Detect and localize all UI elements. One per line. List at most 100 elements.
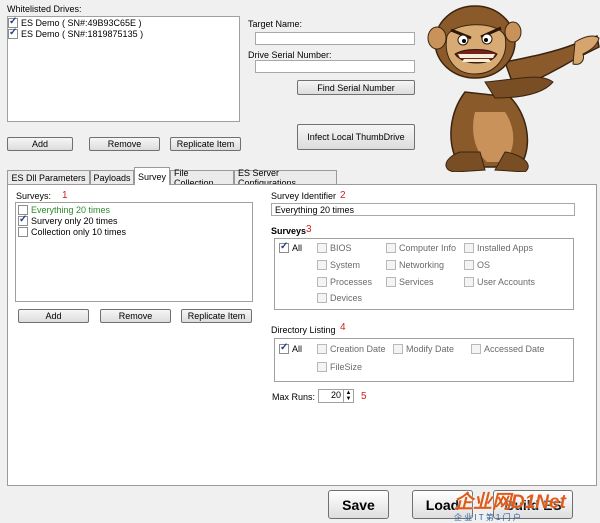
list-item[interactable]: Collection only 10 times <box>18 227 126 237</box>
option-label: Modify Date <box>406 344 455 354</box>
checkbox[interactable] <box>317 362 327 372</box>
checkbox[interactable] <box>464 277 474 287</box>
survey-item-label: Collection only 10 times <box>31 227 127 237</box>
tab-label: ES Dll Parameters <box>11 172 86 183</box>
max-runs-label: Max Runs: <box>272 392 316 402</box>
option-user-accounts[interactable]: User Accounts <box>464 277 535 287</box>
marker-4: 4 <box>340 322 346 333</box>
whitelist-label: Whitelisted Drives: <box>7 4 82 14</box>
checkbox[interactable] <box>279 342 289 354</box>
checkbox[interactable] <box>464 243 474 253</box>
checkbox[interactable] <box>18 227 28 237</box>
marker-5: 5 <box>361 391 367 402</box>
drive-serial-label: Drive Serial Number: <box>248 50 332 60</box>
tab-es-dll-parameters[interactable]: ES Dll Parameters <box>7 170 90 184</box>
checkbox[interactable] <box>471 344 481 354</box>
list-item[interactable]: Everything 20 times <box>18 205 110 215</box>
infect-thumbdrive-button[interactable]: Infect Local ThumbDrive <box>297 124 415 150</box>
option-computer-info[interactable]: Computer Info <box>386 243 456 253</box>
angry-monkey-image <box>427 5 600 172</box>
whitelist-replicate-button[interactable]: Replicate Item <box>170 137 241 151</box>
checkbox[interactable] <box>386 260 396 270</box>
option-modify-date[interactable]: Modify Date <box>393 344 454 354</box>
option-filesize[interactable]: FileSize <box>317 362 362 372</box>
option-label: BIOS <box>330 243 352 253</box>
list-item[interactable]: ES Demo ( SN#:49B93C65E ) <box>8 16 142 28</box>
drive-label: ES Demo ( SN#:1819875135 ) <box>21 29 144 39</box>
all-option[interactable]: All <box>279 342 303 354</box>
survey-identifier-input[interactable] <box>271 203 575 216</box>
survey-item-label: Everything 20 times <box>31 205 111 215</box>
option-networking[interactable]: Networking <box>386 260 444 270</box>
option-bios[interactable]: BIOS <box>317 243 352 253</box>
checkbox[interactable] <box>317 243 327 253</box>
marker-2: 2 <box>340 190 346 201</box>
option-label: Computer Info <box>399 243 457 253</box>
option-label: FileSize <box>330 362 363 372</box>
watermark-logo: 企业网D1Net 企 业 I T 第 1 门 户 <box>454 487 600 522</box>
option-label: Installed Apps <box>477 243 534 253</box>
spin-down-icon[interactable]: ▼ <box>343 396 353 402</box>
tab-label: Payloads <box>93 172 131 183</box>
option-label: All <box>292 344 303 354</box>
option-label: Processes <box>330 277 373 287</box>
target-name-input[interactable] <box>255 32 415 45</box>
max-runs-value: 20 <box>330 390 341 400</box>
checkbox[interactable] <box>386 277 396 287</box>
surveys-options-group: All BIOS Computer Info Installed Apps Sy… <box>274 238 574 310</box>
option-label: Accessed Date <box>484 344 545 354</box>
option-os[interactable]: OS <box>464 260 490 270</box>
checkbox[interactable] <box>317 277 327 287</box>
directory-listing-label: Directory Listing <box>271 325 336 335</box>
drive-serial-input[interactable] <box>255 60 415 73</box>
tab-label: Survey <box>138 171 167 182</box>
drive-label: ES Demo ( SN#:49B93C65E ) <box>21 18 142 28</box>
option-label: Creation Date <box>330 344 386 354</box>
tab-es-server-configurations[interactable]: ES Server Configurations <box>234 168 337 188</box>
tab-survey[interactable]: Survey <box>134 167 170 185</box>
checkbox[interactable] <box>18 214 28 226</box>
surveys-remove-button[interactable]: Remove <box>100 309 171 323</box>
marker-3: 3 <box>306 224 312 235</box>
all-option[interactable]: All <box>279 241 303 253</box>
checkbox[interactable] <box>279 241 289 253</box>
checkbox[interactable] <box>386 243 396 253</box>
option-label: Devices <box>330 293 363 303</box>
list-item[interactable]: ES Demo ( SN#:1819875135 ) <box>8 27 144 39</box>
directory-options-group: All Creation Date Modify Date Accessed D… <box>274 338 574 382</box>
checkbox[interactable] <box>317 293 327 303</box>
survey-identifier-label: Survey Identifier <box>271 191 337 201</box>
option-label: Services <box>399 277 434 287</box>
checkbox[interactable] <box>317 344 327 354</box>
save-button[interactable]: Save <box>328 490 389 519</box>
option-label: User Accounts <box>477 277 536 287</box>
option-installed-apps[interactable]: Installed Apps <box>464 243 533 253</box>
max-runs-stepper[interactable]: 20 ▲ ▼ <box>318 389 354 403</box>
surveys-replicate-button[interactable]: Replicate Item <box>181 309 252 323</box>
surveys-group-label: Surveys <box>271 226 307 236</box>
whitelist-add-button[interactable]: Add <box>7 137 73 151</box>
surveys-listbox[interactable]: Everything 20 times Survery only 20 time… <box>15 202 253 302</box>
option-processes[interactable]: Processes <box>317 277 372 287</box>
option-accessed-date[interactable]: Accessed Date <box>471 344 545 354</box>
option-services[interactable]: Services <box>386 277 434 287</box>
option-label: All <box>292 243 303 253</box>
option-system[interactable]: System <box>317 260 360 270</box>
surveys-label: Surveys: <box>16 191 52 201</box>
checkbox[interactable] <box>393 344 403 354</box>
watermark-text: 企业网D1Net <box>454 492 566 513</box>
list-item[interactable]: Survery only 20 times <box>18 214 118 226</box>
checkbox[interactable] <box>464 260 474 270</box>
whitelist-remove-button[interactable]: Remove <box>89 137 160 151</box>
option-creation-date[interactable]: Creation Date <box>317 344 386 354</box>
checkbox[interactable] <box>317 260 327 270</box>
tab-payloads[interactable]: Payloads <box>90 170 134 184</box>
checkbox[interactable] <box>8 27 18 39</box>
tab-file-collection[interactable]: File Collection <box>170 168 234 188</box>
whitelist-listbox[interactable]: ES Demo ( SN#:49B93C65E ) ES Demo ( SN#:… <box>7 16 240 122</box>
survey-item-label: Survery only 20 times <box>31 216 118 226</box>
surveys-add-button[interactable]: Add <box>18 309 89 323</box>
find-serial-button[interactable]: Find Serial Number <box>297 80 415 95</box>
option-label: OS <box>477 260 491 270</box>
option-devices[interactable]: Devices <box>317 293 362 303</box>
